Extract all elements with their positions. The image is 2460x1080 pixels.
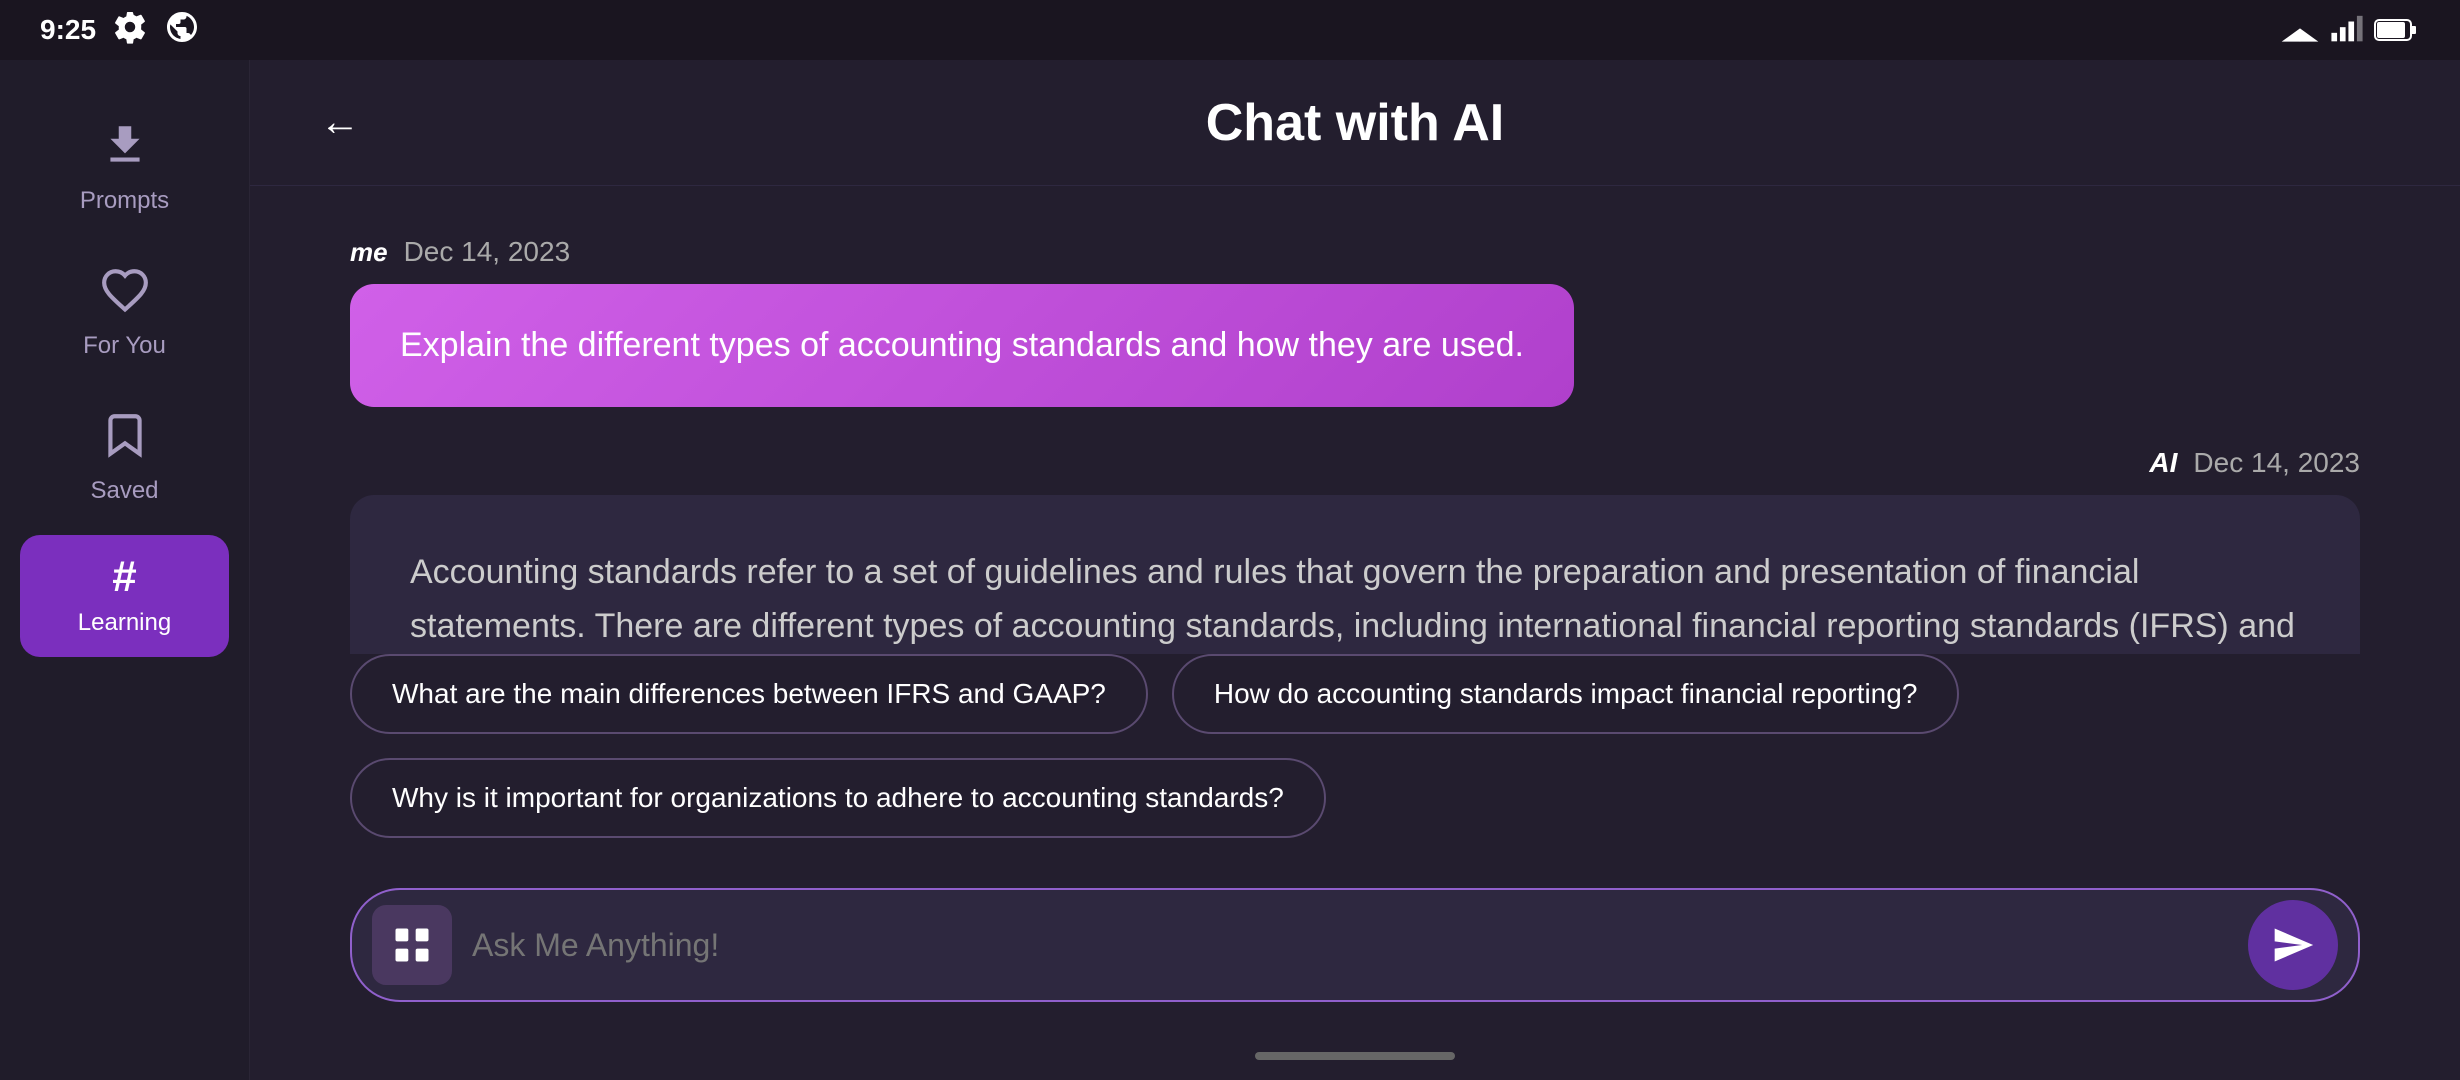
signal-icon: [2330, 13, 2364, 47]
sidebar-item-for-you[interactable]: For You: [0, 245, 249, 380]
ai-message-date: Dec 14, 2023: [2193, 447, 2360, 479]
status-icons-right: [2280, 13, 2420, 47]
prompts-icon: [100, 120, 150, 177]
main-content: ← Chat with AI me Dec 14, 2023 Explain t…: [250, 60, 2460, 1080]
chat-messages: me Dec 14, 2023 Explain the different ty…: [250, 186, 2460, 654]
sidebar-item-prompts[interactable]: Prompts: [0, 100, 249, 235]
ai-message-meta: AI Dec 14, 2023: [2149, 447, 2360, 479]
suggestions-container: What are the main differences between IF…: [250, 654, 2460, 858]
user-message-meta: me Dec 14, 2023: [350, 236, 570, 268]
bottom-bar: [250, 1052, 2460, 1080]
sidebar-prompts-label: Prompts: [80, 187, 169, 215]
input-icon-button[interactable]: [372, 905, 452, 985]
learning-icon: #: [112, 555, 136, 599]
sidebar-for-you-label: For You: [83, 332, 166, 360]
status-left: 9:25: [40, 9, 200, 52]
time-display: 9:25: [40, 14, 96, 46]
app-container: Prompts For You Saved # Learning ← Chat …: [0, 0, 2460, 1080]
page-title: Chat with AI: [1206, 93, 1505, 153]
input-icon-svg: [390, 923, 434, 967]
home-indicator: [1255, 1052, 1455, 1060]
ai-badge: AI: [2149, 447, 2177, 479]
ai-message-bubble: Accounting standards refer to a set of g…: [350, 495, 2360, 654]
sidebar-item-learning[interactable]: # Learning: [20, 535, 229, 657]
sidebar: Prompts For You Saved # Learning: [0, 60, 250, 1080]
sidebar-learning-label: Learning: [78, 609, 171, 637]
saved-icon: [100, 410, 150, 467]
input-wrapper: [350, 888, 2360, 1002]
chat-header: ← Chat with AI: [250, 60, 2460, 186]
for-you-icon: [100, 265, 150, 322]
suggestion-btn-2[interactable]: Why is it important for organizations to…: [350, 758, 1326, 838]
send-icon: [2271, 923, 2315, 967]
suggestion-btn-0[interactable]: What are the main differences between IF…: [350, 654, 1148, 734]
user-badge: me: [350, 237, 388, 268]
wifi-icon: [2280, 16, 2320, 44]
world-icon: [164, 9, 200, 52]
user-message-wrapper: me Dec 14, 2023 Explain the different ty…: [350, 236, 2360, 407]
battery-icon: [2374, 16, 2420, 44]
suggestion-btn-1[interactable]: How do accounting standards impact finan…: [1172, 654, 1960, 734]
user-message-date: Dec 14, 2023: [404, 236, 571, 268]
sidebar-item-saved[interactable]: Saved: [0, 390, 249, 525]
settings-icon: [112, 9, 148, 52]
back-button[interactable]: ←: [310, 90, 370, 155]
user-message-bubble: Explain the different types of accountin…: [350, 284, 1574, 407]
chat-input[interactable]: [472, 917, 2228, 974]
send-button[interactable]: [2248, 900, 2338, 990]
sidebar-saved-label: Saved: [90, 477, 158, 505]
ai-message-wrapper: AI Dec 14, 2023 Accounting standards ref…: [350, 447, 2360, 654]
input-area: [250, 858, 2460, 1052]
status-bar: 9:25: [0, 0, 2460, 60]
